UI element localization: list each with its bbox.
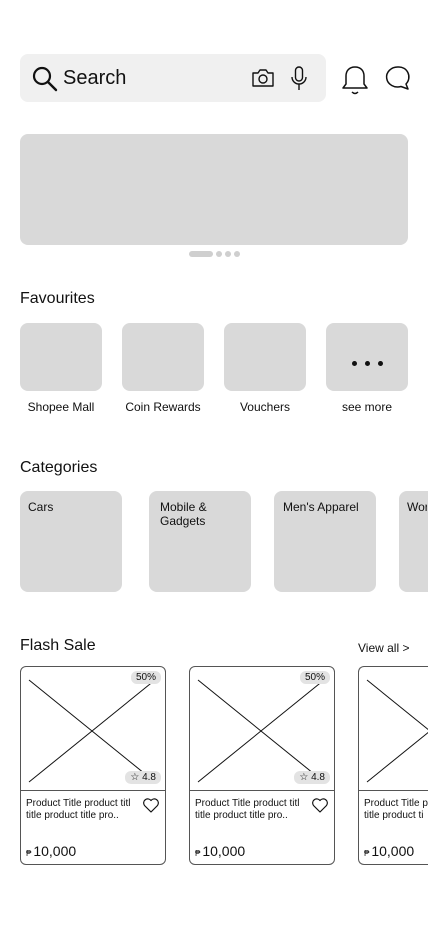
product-card[interactable]: 50% ☆ 4.8 Product Title product titl tit…	[20, 666, 166, 865]
favourite-label: Vouchers	[239, 400, 291, 414]
pagination-dot[interactable]	[234, 251, 240, 257]
currency-symbol: ₱	[26, 849, 32, 858]
product-card-partial[interactable]: Product Title p title product ti ₱ 10,000	[358, 666, 428, 865]
price-value: 10,000	[202, 843, 246, 859]
favourite-vouchers-tile[interactable]	[224, 323, 306, 391]
favourites-title: Favourites	[20, 290, 95, 307]
view-all-link[interactable]: View all >	[358, 641, 409, 655]
promo-banner[interactable]	[20, 134, 408, 245]
pagination-dot[interactable]	[225, 251, 231, 257]
favourite-shopee-mall-tile[interactable]	[20, 323, 102, 391]
camera-icon[interactable]	[250, 66, 276, 90]
heart-icon[interactable]	[311, 797, 329, 813]
rating-badge: ☆ 4.8	[294, 771, 330, 784]
product-price: ₱ 10,000	[364, 843, 414, 859]
card-divider	[21, 790, 165, 791]
category-tile-mens-apparel[interactable]: Men's Apparel	[274, 491, 376, 592]
product-title: Product Title product titl title product…	[26, 798, 131, 821]
favourite-label: Coin Rewards	[125, 400, 201, 414]
chat-icon[interactable]	[384, 64, 412, 92]
favourite-label: see more	[341, 400, 393, 414]
currency-symbol: ₱	[195, 849, 201, 858]
see-more-tile[interactable]	[326, 323, 408, 391]
rating-badge: ☆ 4.8	[125, 771, 161, 784]
card-divider	[190, 790, 334, 791]
banner-pagination	[189, 250, 240, 258]
flash-sale-title: Flash Sale	[20, 637, 96, 654]
bell-icon[interactable]	[340, 64, 370, 96]
microphone-icon[interactable]	[289, 65, 309, 92]
discount-badge: 50%	[299, 671, 330, 684]
search-bar[interactable]: Search	[20, 54, 326, 102]
categories-title: Categories	[20, 459, 98, 476]
category-label: Mobile & Gadgets	[160, 500, 207, 528]
search-icon	[32, 66, 58, 92]
price-value: 10,000	[371, 843, 415, 859]
favourite-coin-rewards-tile[interactable]	[122, 323, 204, 391]
product-image-placeholder	[366, 679, 428, 783]
more-dots-icon	[326, 361, 408, 366]
product-card[interactable]: 50% ☆ 4.8 Product Title product titl tit…	[189, 666, 335, 865]
pagination-dot-active[interactable]	[189, 251, 213, 257]
product-title: Product Title p title product ti	[364, 798, 428, 821]
search-placeholder: Search	[63, 67, 127, 89]
card-divider	[359, 790, 428, 791]
category-label: Men's Apparel	[283, 500, 359, 514]
category-label: Wor	[407, 500, 427, 514]
pagination-dot[interactable]	[216, 251, 222, 257]
category-label: Cars	[28, 500, 54, 514]
price-value: 10,000	[33, 843, 77, 859]
favourite-label: Shopee Mall	[27, 400, 95, 414]
product-title: Product Title product titl title product…	[195, 798, 300, 821]
product-price: ₱ 10,000	[195, 843, 245, 859]
discount-badge: 50%	[130, 671, 161, 684]
product-price: ₱ 10,000	[26, 843, 76, 859]
currency-symbol: ₱	[364, 849, 370, 858]
category-tile-partial[interactable]: Wor	[399, 491, 428, 592]
heart-icon[interactable]	[142, 797, 160, 813]
category-tile-mobile-gadgets[interactable]: Mobile & Gadgets	[149, 491, 251, 592]
category-tile-cars[interactable]: Cars	[20, 491, 122, 592]
